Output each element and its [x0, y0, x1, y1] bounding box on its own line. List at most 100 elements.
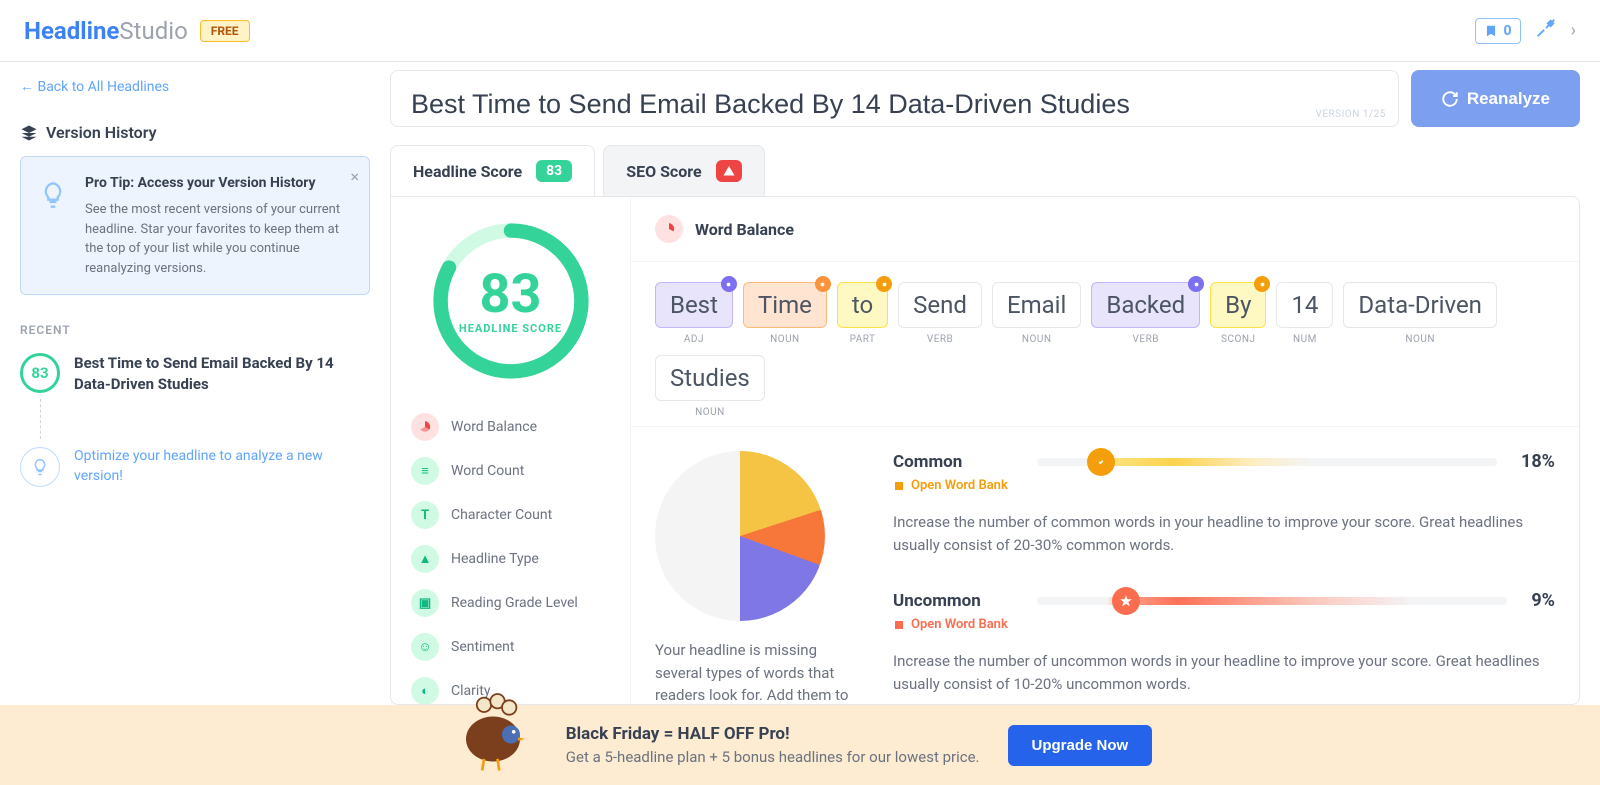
headline-input[interactable]	[411, 89, 1378, 120]
word-type-icon	[1188, 276, 1204, 292]
word-chip: Email NOUN	[992, 282, 1081, 345]
recent-score: 83	[20, 353, 60, 393]
upgrade-button[interactable]: Upgrade Now	[1008, 725, 1153, 766]
text-icon: T	[411, 501, 439, 529]
word-pos: NOUN	[992, 334, 1081, 345]
recent-item[interactable]: 83 Best Time to Send Email Backed By 14 …	[20, 353, 370, 395]
factor-word-count[interactable]: ≡Word Count	[407, 449, 614, 493]
book-icon	[893, 480, 905, 492]
reanalyze-button[interactable]: Reanalyze	[1411, 70, 1580, 127]
word-chip: Time NOUN	[743, 282, 827, 345]
lightbulb-icon	[39, 181, 67, 209]
detail-header: Word Balance	[631, 197, 1579, 262]
optimize-prompt-text: Optimize your headline to analyze a new …	[74, 447, 370, 487]
grade-icon: ▣	[411, 589, 439, 617]
lightbulb-icon	[20, 447, 60, 487]
protip-body: See the most recent versions of your cur…	[85, 200, 353, 278]
bookmark-icon	[1484, 24, 1498, 38]
word-chip: Studies NOUN	[655, 355, 765, 418]
uncommon-pct: 9%	[1531, 590, 1555, 611]
factor-headline-type[interactable]: ▲Headline Type	[407, 537, 614, 581]
logo-part1: Headline	[24, 17, 119, 45]
factor-word-balance[interactable]: Word Balance	[407, 405, 614, 449]
open-word-bank-common[interactable]: Open Word Bank	[893, 478, 1555, 493]
seo-alert-icon	[716, 160, 742, 182]
word-pos: NUM	[1276, 334, 1333, 345]
open-word-bank-uncommon[interactable]: Open Word Bank	[893, 617, 1555, 632]
promo-title: Black Friday = HALF OFF Pro!	[566, 724, 980, 744]
word-chip: BySCONJ	[1210, 282, 1266, 345]
detail-panel: Word Balance Best ADJ Time NOUN toPARTSend VE…	[631, 197, 1579, 704]
uncommon-description: Increase the number of uncommon words in…	[893, 650, 1555, 695]
main: VERSION 1/25 Reanalyze Headline Score 83…	[390, 62, 1600, 705]
metric-common: Common 18% Open Word Bank Increase the	[893, 451, 1555, 556]
version-label: VERSION 1/25	[1315, 109, 1385, 120]
tab-headline-score[interactable]: Headline Score 83	[390, 145, 595, 196]
word-chip: 14 NUM	[1276, 282, 1333, 345]
word-balance-pie	[655, 451, 825, 621]
version-history-label: Version History	[20, 123, 370, 142]
close-icon[interactable]: ×	[350, 165, 359, 189]
factor-char-count[interactable]: TCharacter Count	[407, 493, 614, 537]
sentiment-icon: ☺	[411, 633, 439, 661]
type-icon: ▲	[411, 545, 439, 573]
chevron-right-icon[interactable]: ›	[1571, 20, 1576, 41]
recent-title: Best Time to Send Email Backed By 14 Dat…	[74, 353, 370, 395]
word-text: 14	[1276, 282, 1333, 328]
tools-icon[interactable]	[1535, 17, 1557, 45]
clarity-icon: ◐	[411, 677, 439, 705]
metric-uncommon: Uncommon 9% Open Word Bank Increase the	[893, 590, 1555, 695]
word-pos: VERB	[1091, 334, 1200, 345]
pie-description: Your headline is missing several types o…	[655, 639, 865, 704]
word-pos: NOUN	[743, 334, 827, 345]
word-text: Email	[992, 282, 1081, 328]
word-chip: Data-Driven NOUN	[1343, 282, 1497, 345]
uncommon-marker-icon	[1112, 587, 1140, 615]
free-badge: FREE	[200, 20, 250, 42]
big-score-label: HEADLINE SCORE	[459, 322, 562, 335]
word-type-icon	[721, 276, 737, 292]
word-chip: Best ADJ	[655, 282, 733, 345]
word-text: Backed	[1091, 282, 1200, 328]
common-pct: 18%	[1521, 451, 1555, 472]
uncommon-bar	[1037, 597, 1507, 605]
refresh-icon	[1441, 90, 1459, 108]
word-text: Studies	[655, 355, 765, 401]
protip-card: × Pro Tip: Access your Version History S…	[20, 156, 370, 295]
logo-part2: Studio	[119, 17, 187, 45]
chart-pie-icon	[655, 215, 683, 243]
turkey-icon	[448, 685, 538, 775]
word-text: Time	[743, 282, 827, 328]
headline-score-pill: 83	[536, 160, 572, 182]
word-pos: VERB	[898, 334, 982, 345]
optimize-prompt[interactable]: Optimize your headline to analyze a new …	[20, 447, 370, 487]
bookmark-button[interactable]: 0	[1475, 18, 1521, 44]
word-text: Data-Driven	[1343, 282, 1497, 328]
word-chip: toPART	[837, 282, 888, 345]
recent-label: RECENT	[20, 323, 370, 337]
count-icon: ≡	[411, 457, 439, 485]
common-marker-icon	[1087, 448, 1115, 476]
factor-reading-grade[interactable]: ▣Reading Grade Level	[407, 581, 614, 625]
common-description: Increase the number of common words in y…	[893, 511, 1555, 556]
word-type-icon	[876, 276, 892, 292]
back-link[interactable]: ← Back to All Headlines	[20, 78, 370, 95]
big-score-number: 83	[480, 268, 542, 322]
headline-input-wrap: VERSION 1/25	[390, 70, 1399, 127]
word-pos: NOUN	[1343, 334, 1497, 345]
topbar: HeadlineStudio FREE 0 ›	[0, 0, 1600, 62]
word-pos: ADJ	[655, 334, 733, 345]
word-chip: Backed VERB	[1091, 282, 1200, 345]
word-text: Best	[655, 282, 733, 328]
word-pos: NOUN	[655, 407, 765, 418]
word-pos: SCONJ	[1210, 334, 1266, 345]
common-bar	[1037, 458, 1497, 466]
word-text: Send	[898, 282, 982, 328]
word-type-icon	[1254, 276, 1270, 292]
logo[interactable]: HeadlineStudio	[24, 17, 188, 45]
factor-sentiment[interactable]: ☺Sentiment	[407, 625, 614, 669]
promo-subtitle: Get a 5-headline plan + 5 bonus headline…	[566, 748, 980, 766]
bookmark-count-value: 0	[1504, 23, 1512, 39]
word-type-icon	[815, 276, 831, 292]
tab-seo-score[interactable]: SEO Score	[603, 145, 764, 196]
